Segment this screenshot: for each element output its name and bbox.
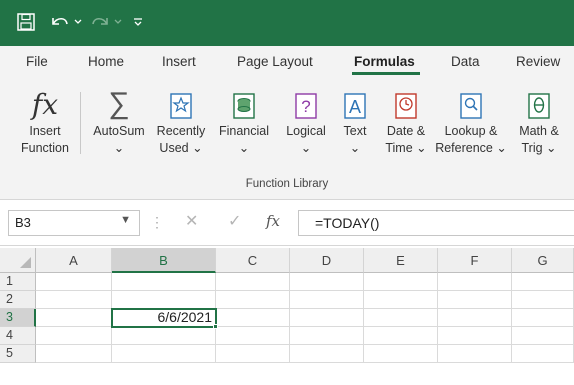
text-functions-button[interactable]: A Text ⌄ [336, 86, 374, 157]
clock-book-icon [380, 86, 432, 120]
cell-c1[interactable] [216, 273, 290, 291]
magnifier-book-icon [434, 86, 508, 120]
cell-d1[interactable] [290, 273, 364, 291]
tab-page-layout[interactable]: Page Layout [237, 54, 313, 69]
cell-f5[interactable] [438, 345, 512, 363]
cell-g4[interactable] [512, 327, 574, 345]
cell-d2[interactable] [290, 291, 364, 309]
name-box-value: B3 [15, 215, 31, 230]
cell-b2[interactable] [112, 291, 216, 309]
save-icon[interactable] [14, 10, 38, 34]
cell-d5[interactable] [290, 345, 364, 363]
cell-c4[interactable] [216, 327, 290, 345]
recently-used-button[interactable]: Recently Used ⌄ [152, 86, 210, 157]
column-header-g[interactable]: G [512, 248, 574, 273]
column-header-c[interactable]: C [216, 248, 290, 273]
cell-f4[interactable] [438, 327, 512, 345]
cell-c3[interactable] [216, 309, 290, 327]
column-header-f[interactable]: F [438, 248, 512, 273]
ribbon-separator [80, 92, 81, 154]
row-header-1[interactable]: 1 [0, 273, 36, 291]
svg-text:A: A [349, 97, 361, 117]
fx-icon: fx [31, 88, 59, 121]
cell-d4[interactable] [290, 327, 364, 345]
cell-f2[interactable] [438, 291, 512, 309]
redo-dropdown-icon[interactable] [112, 10, 124, 34]
cell-f3[interactable] [438, 309, 512, 327]
tab-formulas[interactable]: Formulas [354, 54, 415, 69]
name-box-dropdown-icon[interactable]: ▼ [120, 214, 131, 226]
active-cell-b3[interactable]: 6/6/2021 [111, 308, 217, 328]
cell-g1[interactable] [512, 273, 574, 291]
cell-b4[interactable] [112, 327, 216, 345]
undo-dropdown-icon[interactable] [72, 10, 84, 34]
lookup-reference-button[interactable]: Lookup & Reference ⌄ [434, 86, 508, 157]
autosum-button[interactable]: ∑ AutoSum ⌄ [88, 86, 150, 157]
row-header-4[interactable]: 4 [0, 327, 36, 345]
column-header-a[interactable]: A [36, 248, 112, 273]
text-book-icon: A [336, 86, 374, 120]
cell-g2[interactable] [512, 291, 574, 309]
svg-text:?: ? [301, 97, 310, 116]
financial-button[interactable]: Financial ⌄ [212, 86, 276, 157]
cell-c2[interactable] [216, 291, 290, 309]
tab-review[interactable]: Review [516, 54, 560, 69]
cell-a2[interactable] [36, 291, 112, 309]
enter-icon[interactable]: ✓ [228, 211, 241, 231]
math-trig-button[interactable]: Math & Trig ⌄ [512, 86, 566, 157]
cell-a1[interactable] [36, 273, 112, 291]
ribbon-formulas: fx Insert Function ∑ AutoSum ⌄ Recently … [0, 78, 574, 200]
cell-e2[interactable] [364, 291, 438, 309]
row-header-5[interactable]: 5 [0, 345, 36, 363]
formula-bar-grip-icon: ⋮ [150, 214, 164, 230]
tab-insert[interactable]: Insert [162, 54, 196, 69]
cell-f1[interactable] [438, 273, 512, 291]
cell-a5[interactable] [36, 345, 112, 363]
cell-d3[interactable] [290, 309, 364, 327]
cell-e4[interactable] [364, 327, 438, 345]
question-book-icon: ? [278, 86, 334, 120]
cell-g3[interactable] [512, 309, 574, 327]
ribbon-tabs: File Home Insert Page Layout Formulas Da… [0, 46, 574, 78]
redo-icon[interactable] [88, 10, 112, 34]
sigma-icon: ∑ [108, 87, 130, 120]
cell-e3[interactable] [364, 309, 438, 327]
star-book-icon [152, 86, 210, 120]
cell-a4[interactable] [36, 327, 112, 345]
insert-function-button[interactable]: fx Insert Function [14, 86, 76, 157]
cell-e1[interactable] [364, 273, 438, 291]
cell-b1[interactable] [112, 273, 216, 291]
formula-input[interactable]: =TODAY() [298, 210, 574, 236]
fill-handle[interactable] [213, 324, 218, 329]
tab-file[interactable]: File [26, 54, 48, 69]
column-header-e[interactable]: E [364, 248, 438, 273]
select-all-button[interactable] [0, 248, 36, 273]
group-label-function-library: Function Library [245, 178, 329, 190]
formula-bar: B3 ▼ ⋮ ✕ ✓ fx =TODAY() [0, 200, 574, 246]
coins-book-icon [212, 86, 276, 120]
date-time-button[interactable]: Date & Time ⌄ [380, 86, 432, 157]
row-header-2[interactable]: 2 [0, 291, 36, 309]
worksheet-grid: A B C D E F G 1 2 3 4 5 6/6/2021 [0, 248, 574, 385]
undo-icon[interactable] [48, 10, 72, 34]
column-header-d[interactable]: D [290, 248, 364, 273]
cell-c5[interactable] [216, 345, 290, 363]
cell-g5[interactable] [512, 345, 574, 363]
insert-function-icon[interactable]: fx [266, 212, 280, 230]
tab-home[interactable]: Home [88, 54, 124, 69]
title-bar [0, 0, 574, 46]
active-tab-indicator [352, 72, 420, 75]
cancel-icon[interactable]: ✕ [185, 211, 198, 231]
column-header-b[interactable]: B [112, 248, 216, 273]
cell-e5[interactable] [364, 345, 438, 363]
customize-qat-icon[interactable] [130, 10, 146, 34]
tab-data[interactable]: Data [451, 54, 480, 69]
cell-b5[interactable] [112, 345, 216, 363]
theta-book-icon [512, 86, 566, 120]
logical-button[interactable]: ? Logical ⌄ [278, 86, 334, 157]
name-box[interactable]: B3 ▼ [8, 210, 140, 236]
row-header-3[interactable]: 3 [0, 309, 36, 327]
cell-a3[interactable] [36, 309, 112, 327]
